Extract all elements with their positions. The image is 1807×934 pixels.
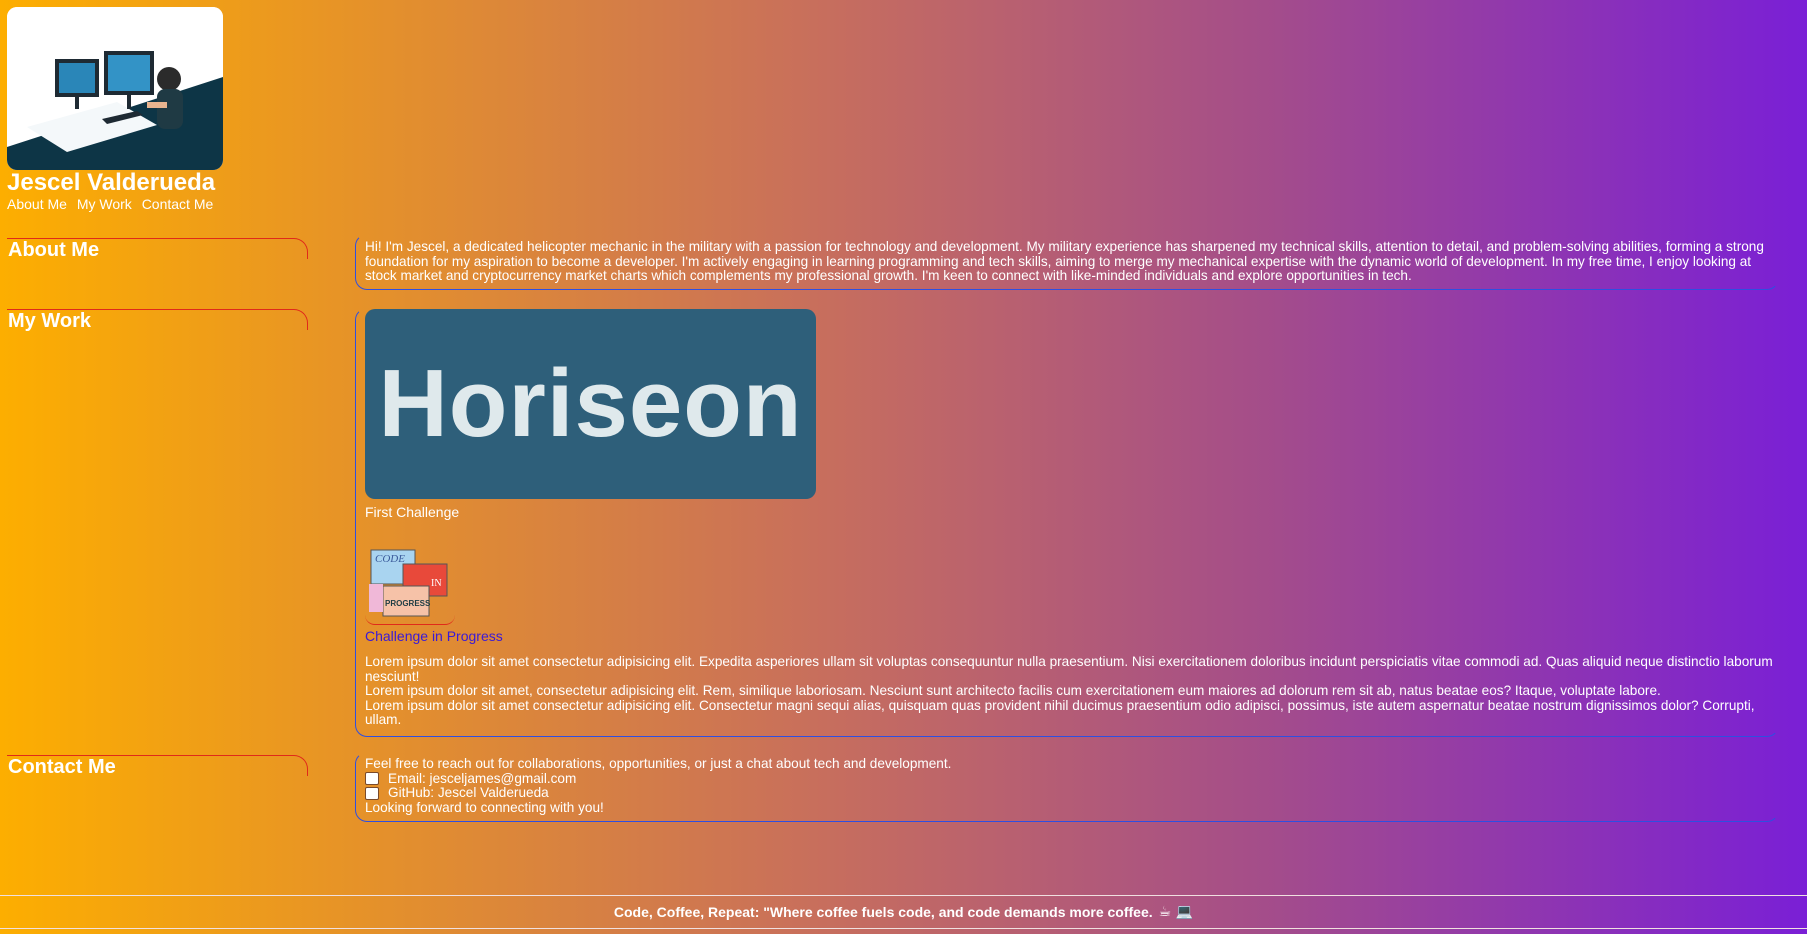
code-in-progress-icon: CODE IN PROGRESS (369, 549, 448, 616)
svg-text:CODE: CODE (375, 553, 405, 565)
nav-link-work[interactable]: My Work (77, 196, 132, 212)
footer: Code, Coffee, Repeat: "Where coffee fuel… (0, 895, 1807, 929)
contact-heading: Contact Me (8, 756, 116, 778)
contact-panel: Feel free to reach out for collaboration… (355, 752, 1779, 822)
email-icon (365, 772, 379, 786)
about-panel: Hi! I'm Jescel, a dedicated helicopter m… (355, 234, 1779, 290)
about-heading-bar: About Me (7, 238, 308, 261)
work-description: Lorem ipsum dolor sit amet consectetur a… (365, 654, 1778, 736)
contact-heading-bar: Contact Me (7, 755, 308, 778)
main-nav: About Me My Work Contact Me (7, 196, 219, 212)
svg-text:IN: IN (431, 578, 442, 589)
contact-outro: Looking forward to connecting with you! (365, 799, 604, 815)
avatar (7, 7, 223, 170)
github-text[interactable]: GitHub: Jescel Valderueda (388, 785, 549, 801)
work-heading-bar: My Work (7, 309, 308, 332)
lorem-paragraph-2: Lorem ipsum dolor sit amet, consectetur … (365, 683, 1661, 698)
about-heading: About Me (8, 239, 100, 261)
code-in-progress-image[interactable]: CODE IN PROGRESS (365, 546, 455, 625)
footer-text: Code, Coffee, Repeat: "Where coffee fuel… (613, 904, 1153, 920)
svg-text:PROGRESS: PROGRESS (385, 599, 431, 608)
coffee-laptop-icon: ☕ 💻 (1158, 904, 1194, 920)
contact-intro: Feel free to reach out for collaboration… (365, 756, 952, 771)
horiseon-logo-text: Horiseon (378, 349, 803, 457)
work-panel: Horiseon First Challenge CODE IN PROGRES… (355, 308, 1779, 737)
email-row: Email: jesceljames@gmail.com (365, 771, 1778, 787)
nav-link-about[interactable]: About Me (7, 196, 67, 212)
horiseon-project-image[interactable]: Horiseon (365, 309, 816, 499)
github-row: GitHub: Jescel Valderueda (365, 785, 1778, 801)
work-heading: My Work (8, 310, 91, 332)
challenge-in-progress-link[interactable]: Challenge in Progress (365, 628, 1778, 644)
about-text: Hi! I'm Jescel, a dedicated helicopter m… (365, 239, 1764, 283)
site-title: Jescel Valderueda (7, 169, 216, 196)
project1-caption: First Challenge (365, 504, 460, 520)
lorem-paragraph-1: Lorem ipsum dolor sit amet consectetur a… (365, 654, 1773, 684)
lorem-paragraph-3: Lorem ipsum dolor sit amet consectetur a… (365, 697, 1755, 727)
nav-link-contact[interactable]: Contact Me (142, 196, 214, 212)
email-text[interactable]: Email: jesceljames@gmail.com (388, 771, 576, 787)
developer-illustration-icon (7, 7, 223, 170)
github-icon (365, 786, 379, 800)
